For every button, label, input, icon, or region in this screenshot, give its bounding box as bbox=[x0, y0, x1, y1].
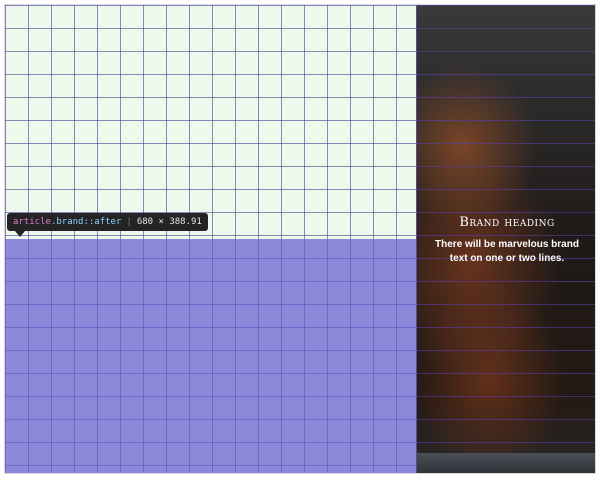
tooltip-separator: | bbox=[126, 217, 132, 227]
tooltip-selector-tag: article bbox=[13, 217, 51, 227]
tooltip-selector-pseudo: ::after bbox=[83, 217, 122, 227]
photo-bottom-strip bbox=[417, 453, 595, 473]
brand-heading: Brand heading bbox=[459, 215, 555, 230]
devtools-element-tooltip: article .brand::after | 680 × 388.91 bbox=[7, 213, 208, 231]
page-viewport: Brand heading There will be marvelous br… bbox=[4, 4, 596, 474]
brand-text-block: Brand heading There will be marvelous br… bbox=[417, 215, 595, 266]
tooltip-selector-class: .brand bbox=[50, 217, 84, 227]
brand-body-text: There will be marvelous brand text on on… bbox=[435, 239, 579, 264]
tooltip-arrow-icon bbox=[15, 231, 25, 237]
tooltip-dimensions: 680 × 388.91 bbox=[136, 217, 202, 227]
brand-after-highlight bbox=[5, 239, 416, 473]
